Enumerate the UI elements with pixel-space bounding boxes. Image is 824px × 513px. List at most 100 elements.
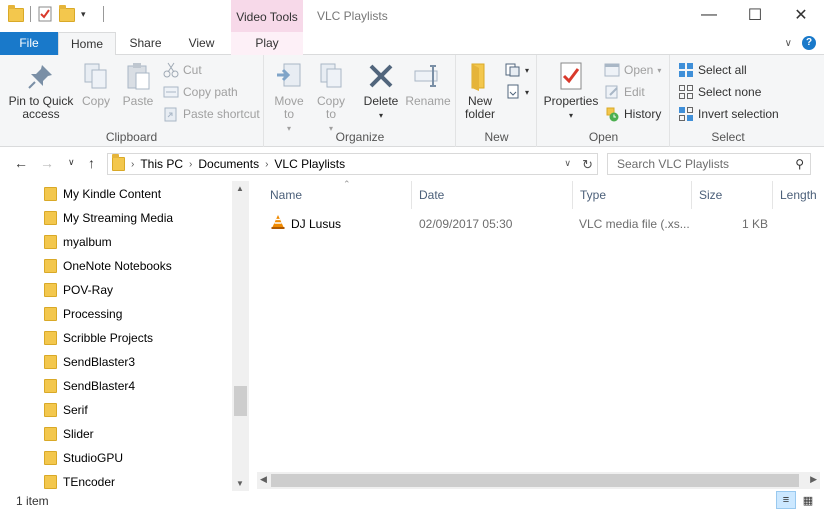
scrollbar-thumb[interactable]: [234, 386, 247, 416]
column-header-type[interactable]: Type: [573, 181, 692, 209]
minimize-button[interactable]: —: [686, 0, 732, 30]
tab-file[interactable]: File: [0, 32, 58, 55]
tab-share[interactable]: Share: [118, 32, 173, 55]
new-item-button[interactable]: ▾: [505, 60, 529, 80]
invert-selection-button[interactable]: Invert selection: [678, 104, 779, 124]
horizontal-scrollbar[interactable]: ◀ ▶: [257, 472, 820, 489]
nav-item[interactable]: Scribble Projects: [44, 326, 153, 350]
maximize-button[interactable]: ☐: [732, 0, 778, 30]
delete-dropdown-icon: ▾: [378, 111, 383, 120]
folder-icon[interactable]: [8, 5, 24, 22]
breadcrumb-documents[interactable]: Documents: [198, 157, 259, 171]
open-group-label: Open: [588, 130, 619, 144]
column-header-name[interactable]: Name ⌃: [263, 179, 412, 209]
nav-item-label: Serif: [63, 403, 88, 417]
easy-access-dropdown-icon: ▾: [525, 87, 530, 97]
paste-shortcut-button[interactable]: Paste shortcut: [163, 104, 260, 124]
column-header-date[interactable]: Date: [412, 181, 573, 209]
nav-scrollbar[interactable]: ▲ ▼: [232, 181, 249, 491]
tab-play[interactable]: Play: [231, 32, 303, 55]
help-icon[interactable]: ?: [802, 36, 816, 50]
status-bar: 1 item ≡ ▦: [0, 491, 824, 513]
refresh-icon[interactable]: ↻: [582, 157, 593, 173]
folder-icon: [112, 154, 125, 171]
scroll-left-icon[interactable]: ◀: [260, 474, 267, 485]
rename-label: Rename: [405, 94, 451, 108]
pin-to-quick-access-button[interactable]: Pin to Quick access: [6, 59, 76, 121]
scroll-up-icon[interactable]: ▲: [236, 184, 244, 193]
select-group-label: Select: [711, 130, 745, 144]
chevron-down-icon[interactable]: ∨: [564, 158, 571, 169]
large-icons-view-icon[interactable]: ▦: [798, 491, 818, 509]
nav-item[interactable]: POV-Ray: [44, 278, 113, 302]
select-none-button[interactable]: Select none: [678, 82, 761, 102]
folder-icon: [44, 379, 57, 393]
nav-item[interactable]: My Kindle Content: [44, 182, 161, 206]
chevron-right-icon[interactable]: ›: [265, 159, 268, 170]
paste-label: Paste: [122, 94, 154, 108]
select-all-icon: [678, 62, 694, 78]
column-date-label: Date: [419, 188, 445, 202]
file-row[interactable]: DJ Lusus 02/09/2017 05:30 VLC media file…: [263, 213, 783, 235]
contextual-tab-header: Video Tools: [231, 0, 303, 32]
copy-button[interactable]: Copy: [78, 59, 114, 108]
scroll-right-icon[interactable]: ▶: [810, 474, 817, 485]
properties-icon: [556, 61, 586, 91]
tab-view[interactable]: View: [174, 32, 229, 55]
delete-button[interactable]: Delete ▾: [361, 59, 401, 122]
new-folder-icon[interactable]: [59, 5, 75, 22]
properties-button[interactable]: Properties ▾: [542, 59, 600, 122]
search-input[interactable]: Search VLC Playlists ⚲: [607, 153, 811, 175]
nav-item[interactable]: Slider: [44, 422, 94, 446]
nav-item[interactable]: StudioGPU: [44, 446, 123, 470]
edit-button[interactable]: Edit: [604, 82, 645, 102]
column-header-length[interactable]: Length: [773, 181, 824, 209]
tab-home[interactable]: Home: [58, 32, 116, 56]
move-to-button[interactable]: Move to ▾: [271, 59, 307, 135]
search-icon[interactable]: ⚲: [795, 157, 804, 171]
scrollbar-thumb[interactable]: [271, 474, 799, 487]
rename-button[interactable]: Rename: [405, 59, 451, 108]
nav-item[interactable]: My Streaming Media: [44, 206, 173, 230]
copy-path-button[interactable]: Copy path: [163, 82, 238, 102]
nav-item[interactable]: OneNote Notebooks: [44, 254, 172, 278]
history-button[interactable]: History: [604, 104, 661, 124]
breadcrumb-vlc-playlists[interactable]: VLC Playlists: [274, 157, 345, 171]
nav-item[interactable]: myalbum: [44, 230, 112, 254]
search-placeholder: Search VLC Playlists: [617, 157, 730, 171]
details-view-icon[interactable]: ≡: [776, 491, 796, 509]
pin-label: Pin to Quick access: [8, 94, 74, 121]
ribbon-tabs: File Home Share View Play ∨ ?: [0, 32, 824, 56]
new-group: New folder ▾ ▾ New: [457, 55, 537, 147]
customize-toolbar-icon[interactable]: ▾: [81, 6, 97, 22]
breadcrumb-this-pc[interactable]: This PC: [140, 157, 183, 171]
view-switcher: ≡ ▦: [776, 491, 818, 509]
close-button[interactable]: ✕: [778, 0, 824, 30]
rename-icon: [413, 61, 443, 91]
up-button[interactable]: ↑: [88, 155, 95, 171]
back-button[interactable]: ←: [14, 155, 28, 171]
address-bar[interactable]: › This PC › Documents › VLC Playlists ∨ …: [107, 153, 598, 175]
scroll-down-icon[interactable]: ▼: [236, 479, 244, 488]
column-header-size[interactable]: Size: [692, 181, 773, 209]
new-folder-button[interactable]: New folder: [461, 59, 499, 121]
easy-access-button[interactable]: ▾: [505, 82, 529, 102]
nav-item[interactable]: Serif: [44, 398, 88, 422]
file-name: DJ Lusus: [291, 217, 342, 231]
copy-to-button[interactable]: Copy to ▾: [313, 59, 349, 135]
properties-icon[interactable]: [37, 6, 53, 22]
select-none-label: Select none: [698, 85, 762, 99]
nav-item[interactable]: SendBlaster3: [44, 350, 135, 374]
cut-button[interactable]: Cut: [163, 60, 202, 80]
expand-ribbon-icon[interactable]: ∨: [785, 38, 792, 49]
ribbon-right-controls: ∨ ?: [785, 36, 816, 50]
paste-button[interactable]: Paste: [120, 59, 156, 108]
nav-item[interactable]: Processing: [44, 302, 122, 326]
chevron-right-icon[interactable]: ›: [131, 159, 134, 170]
chevron-right-icon[interactable]: ›: [189, 159, 192, 170]
nav-item[interactable]: SendBlaster4: [44, 374, 135, 398]
recent-locations-icon[interactable]: ∨: [68, 157, 75, 168]
forward-button[interactable]: →: [40, 155, 54, 171]
open-button[interactable]: Open ▾: [604, 60, 661, 80]
select-all-button[interactable]: Select all: [678, 60, 747, 80]
